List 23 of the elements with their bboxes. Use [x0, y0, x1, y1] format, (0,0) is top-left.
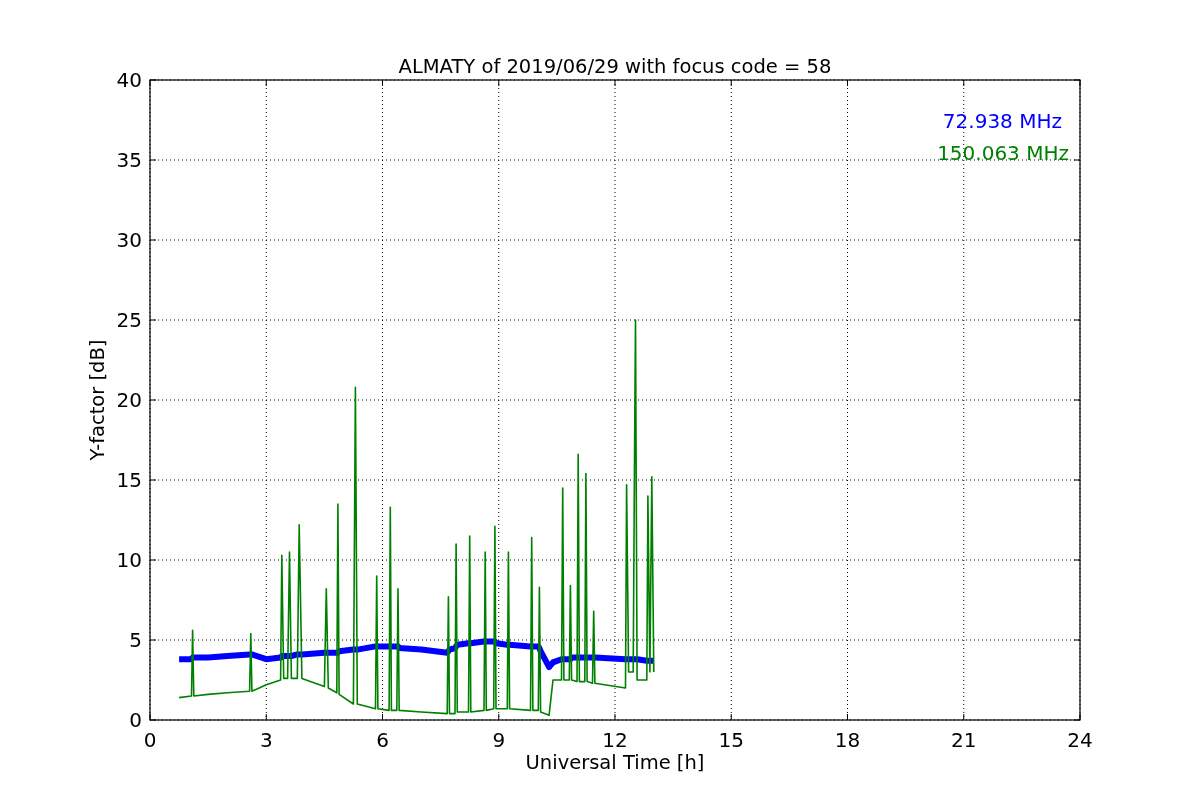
legend-label: 150.063 MHz [937, 141, 1069, 165]
axis-label: Y-factor [dB] [86, 339, 109, 461]
tick-label: 3 [259, 728, 273, 752]
tick-label: 15 [116, 468, 142, 492]
tick-label: 30 [116, 228, 142, 252]
tick-label: 35 [116, 148, 142, 172]
tick-label: 9 [492, 728, 506, 752]
axis-label: Universal Time [h] [525, 751, 705, 774]
tick-label: 25 [116, 308, 142, 332]
tick-label: 24 [1067, 728, 1093, 752]
tick-label: 12 [602, 728, 628, 752]
tick-label: 0 [129, 708, 142, 732]
tick-label: 40 [116, 68, 142, 92]
tick-label: 5 [129, 628, 142, 652]
chart-title: ALMATY of 2019/06/29 with focus code = 58 [398, 55, 832, 78]
tick-label: 6 [376, 728, 389, 752]
tick-label: 20 [116, 388, 142, 412]
tick-label: 15 [718, 728, 744, 752]
tick-label: 21 [951, 728, 977, 752]
tick-label: 10 [116, 548, 142, 572]
tick-label: 0 [143, 728, 157, 752]
legend-label: 72.938 MHz [942, 109, 1062, 133]
tick-label: 18 [834, 728, 861, 752]
